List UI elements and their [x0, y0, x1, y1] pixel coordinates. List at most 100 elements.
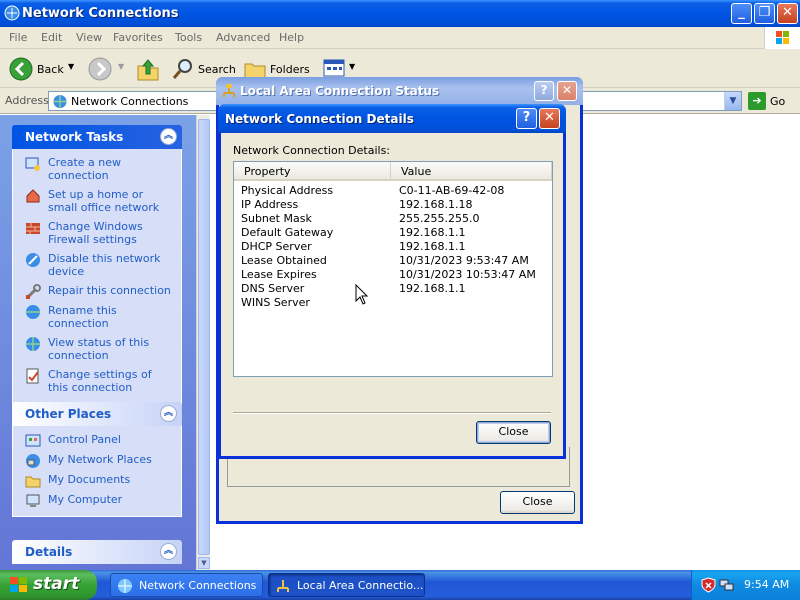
menu-edit[interactable]: Edit	[41, 31, 62, 44]
details-close-button[interactable]: Close	[476, 421, 551, 444]
place-control-panel[interactable]: Control Panel	[13, 430, 181, 450]
list-item[interactable]: Physical Address C0-11-AB-69-42-08	[234, 184, 552, 198]
status-close-x-button[interactable]: ✕	[557, 81, 577, 101]
menu-help[interactable]: Help	[279, 31, 304, 44]
back-arrow-icon	[9, 57, 33, 81]
views-dropdown-icon[interactable]: ▼	[349, 62, 355, 71]
windows-flag-icon	[10, 577, 27, 592]
menu-advanced[interactable]: Advanced	[216, 31, 270, 44]
list-item[interactable]: Lease Expires 10/31/2023 10:53:47 AM	[234, 268, 552, 282]
collapse-chevron-icon[interactable]: ︽	[160, 128, 177, 145]
forward-button[interactable]: ▼	[87, 56, 125, 82]
menu-file[interactable]: File	[9, 31, 27, 44]
help-button[interactable]: ?	[516, 108, 537, 129]
go-button[interactable]: ➔ Go	[748, 92, 796, 110]
details-dialog-title-bar[interactable]: Network Connection Details ? ✕	[218, 104, 566, 133]
scrollbar-thumb[interactable]	[198, 119, 210, 555]
help-button[interactable]: ?	[534, 81, 554, 101]
details-header[interactable]: Details ︽	[12, 540, 182, 564]
rename-icon	[26, 305, 40, 319]
main-title-bar[interactable]: Network Connections _ ❐ ✕	[0, 0, 800, 27]
search-icon	[172, 59, 192, 79]
task-disable-device[interactable]: Disable this network device	[13, 249, 181, 281]
security-shield-icon[interactable]	[701, 577, 716, 593]
task-pane-scrollbar[interactable]: ▼	[196, 115, 210, 570]
details-list-view[interactable]: Property Value Physical Address C0-11-AB-…	[233, 161, 553, 377]
menu-tools[interactable]: Tools	[175, 31, 202, 44]
network-tasks-header[interactable]: Network Tasks ︽	[12, 125, 182, 149]
close-button[interactable]: ✕	[777, 3, 798, 24]
list-item[interactable]: WINS Server	[234, 296, 552, 310]
scroll-down-arrow-icon[interactable]: ▼	[198, 557, 210, 569]
network-connections-icon	[4, 5, 20, 21]
other-places-header[interactable]: Other Places ︽	[12, 402, 182, 426]
task-firewall-settings[interactable]: Change Windows Firewall settings	[13, 217, 181, 249]
details-dialog: Network Connection Details ? ✕ Network C…	[218, 104, 566, 459]
task-change-settings[interactable]: Change settings of this connection	[13, 365, 181, 397]
task-pane: Network Tasks ︽ Create a new connection …	[0, 115, 196, 570]
address-dropdown-icon[interactable]: ▼	[724, 92, 741, 110]
list-item[interactable]: Lease Obtained 10/31/2023 9:53:47 AM	[234, 254, 552, 268]
list-item[interactable]: DHCP Server 192.168.1.1	[234, 240, 552, 254]
home-network-icon	[26, 189, 40, 203]
task-create-connection[interactable]: Create a new connection	[13, 153, 181, 185]
network-tasks-panel: Network Tasks ︽ Create a new connection …	[12, 125, 182, 404]
minimize-button[interactable]: _	[731, 3, 752, 24]
window-title: Network Connections	[22, 6, 179, 21]
place-my-documents[interactable]: My Documents	[13, 470, 181, 490]
network-connection-icon	[277, 580, 289, 592]
repair-icon	[26, 284, 41, 299]
list-item[interactable]: Subnet Mask 255.255.255.0	[234, 212, 552, 226]
address-value: Network Connections	[71, 95, 189, 108]
task-setup-home-network[interactable]: Set up a home or small office network	[13, 185, 181, 217]
network-connection-icon	[223, 84, 235, 97]
list-item[interactable]: DNS Server 192.168.1.1	[234, 282, 552, 296]
network-tray-icon[interactable]	[719, 577, 734, 593]
details-panel: Details ︽	[12, 540, 182, 564]
firewall-icon	[26, 223, 40, 234]
property-name: IP Address	[241, 198, 299, 211]
collapse-chevron-icon[interactable]: ︽	[160, 543, 177, 560]
task-view-status[interactable]: View status of this connection	[13, 333, 181, 365]
property-value: 10/31/2023 10:53:47 AM	[399, 268, 536, 281]
property-value: 192.168.1.1	[399, 240, 466, 253]
column-header-property[interactable]: Property	[234, 162, 391, 179]
go-arrow-icon: ➔	[748, 92, 766, 110]
details-label: Network Connection Details:	[233, 144, 391, 157]
place-my-computer[interactable]: My Computer	[13, 490, 181, 510]
property-name: Lease Expires	[241, 268, 317, 281]
network-tasks-list: Create a new connection Set up a home or…	[12, 149, 182, 404]
list-item[interactable]: Default Gateway 192.168.1.1	[234, 226, 552, 240]
menu-view[interactable]: View	[76, 31, 102, 44]
clock[interactable]: 9:54 AM	[744, 578, 789, 591]
task-repair-connection[interactable]: Repair this connection	[13, 281, 181, 301]
details-close-x-button[interactable]: ✕	[539, 108, 560, 129]
taskbar-item-network-connections[interactable]: Network Connections	[110, 573, 263, 597]
disable-network-icon	[26, 253, 40, 267]
place-my-network-places[interactable]: My Network Places	[13, 450, 181, 470]
network-globe-icon	[53, 94, 67, 109]
task-rename-connection[interactable]: Rename this connection	[13, 301, 181, 333]
mouse-cursor-icon	[355, 284, 369, 305]
system-tray: 9:54 AM	[691, 570, 800, 600]
back-dropdown-icon[interactable]: ▼	[68, 62, 74, 71]
property-value: 10/31/2023 9:53:47 AM	[399, 254, 529, 267]
up-folder-icon	[137, 59, 159, 81]
list-item[interactable]: IP Address 192.168.1.18	[234, 198, 552, 212]
address-label: Address	[5, 94, 49, 107]
start-button[interactable]: start	[0, 570, 97, 600]
taskbar-item-lan-status[interactable]: Local Area Connectio...	[268, 573, 425, 597]
status-close-button[interactable]: Close	[500, 491, 575, 514]
network-connections-icon	[118, 579, 132, 593]
status-dialog-title-bar[interactable]: Local Area Connection Status ? ✕	[216, 77, 583, 105]
up-folder-button[interactable]	[136, 56, 160, 82]
forward-dropdown-icon[interactable]: ▼	[118, 62, 124, 71]
back-button[interactable]: Back ▼	[8, 56, 78, 82]
menu-favorites[interactable]: Favorites	[113, 31, 163, 44]
settings-document-icon	[26, 368, 39, 384]
divider	[233, 412, 551, 414]
column-header-value[interactable]: Value	[391, 162, 552, 179]
maximize-button[interactable]: ❐	[754, 3, 775, 24]
network-places-icon	[26, 454, 40, 468]
collapse-chevron-icon[interactable]: ︽	[160, 405, 177, 422]
